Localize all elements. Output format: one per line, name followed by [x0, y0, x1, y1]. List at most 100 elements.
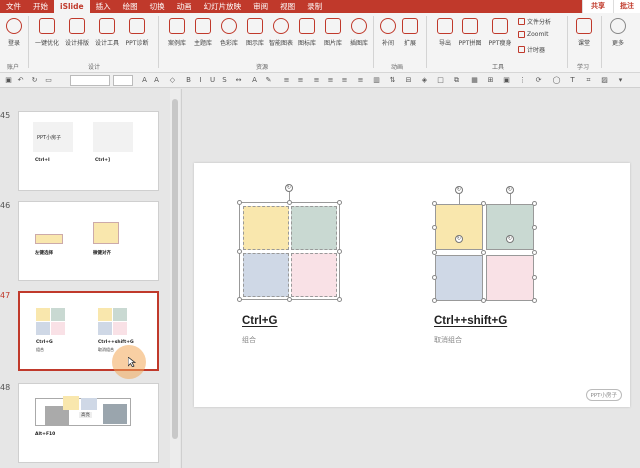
underline-icon[interactable]: U — [208, 76, 217, 85]
diagram-library-button[interactable]: 图示库 — [241, 13, 269, 47]
shape-icon[interactable]: ◯ — [552, 76, 561, 85]
resize-handle[interactable] — [432, 201, 437, 206]
text-direction-icon[interactable]: ⇅ — [388, 76, 397, 85]
classroom-button[interactable]: 课堂 — [570, 13, 598, 47]
rotate-handle-icon[interactable]: ↻ — [506, 186, 514, 194]
align-text-icon[interactable]: ⊟ — [404, 76, 413, 85]
right-shortcut-caption[interactable]: 取消组合 — [434, 335, 462, 345]
distribute-icon[interactable]: ⋮ — [518, 76, 527, 85]
shape-outline-icon[interactable]: □ — [436, 76, 445, 85]
scrollbar-thumb[interactable] — [172, 99, 178, 439]
case-library-button[interactable]: 案例库 — [163, 13, 191, 47]
dropdown-icon[interactable]: ▾ — [616, 76, 625, 85]
resize-handle[interactable] — [432, 225, 437, 230]
font-size-select[interactable] — [113, 75, 133, 86]
align-center-icon[interactable]: ≡ — [326, 76, 335, 85]
menu-tab-slideshow[interactable]: 幻灯片放映 — [198, 0, 248, 13]
share-button[interactable]: 共享 — [582, 0, 613, 13]
image-library-button[interactable]: 图片库 — [319, 13, 347, 47]
decrease-font-icon[interactable]: A — [152, 76, 161, 85]
resize-handle[interactable] — [481, 201, 486, 206]
menu-tab-home[interactable]: 开始 — [27, 0, 54, 13]
smart-chart-button[interactable]: 智能图表 — [267, 13, 295, 47]
left-shortcut-title[interactable]: Ctrl+G — [242, 315, 277, 327]
align-right-icon[interactable]: ≡ — [340, 76, 349, 85]
timer-button[interactable]: 计时器 — [518, 45, 545, 54]
menu-tab-draw[interactable]: 绘图 — [117, 0, 144, 13]
menu-tab-view[interactable]: 视图 — [274, 0, 301, 13]
left-shortcut-caption[interactable]: 组合 — [242, 335, 256, 345]
text-box-icon[interactable]: T — [568, 76, 577, 85]
design-layout-button[interactable]: 设计排版 — [63, 13, 91, 47]
resize-handle[interactable] — [532, 201, 537, 206]
current-slide[interactable]: ↻ Ctrl+G 组合 ↻ ↻ ↻ ↻ Ctrl++shift+G 取消组合 P… — [194, 163, 630, 407]
ppt-slim-button[interactable]: PPT瘦身 — [486, 13, 514, 47]
slide-thumbnail-46[interactable]: 左键选择 微键对齐 — [18, 201, 159, 281]
file-analysis-button[interactable]: 文件分析 — [518, 17, 551, 26]
resize-handle[interactable] — [337, 297, 342, 302]
rotate-handle-icon[interactable]: ↻ — [285, 184, 293, 192]
shape-fill-icon[interactable]: ◈ — [420, 76, 429, 85]
menu-tab-record[interactable]: 录制 — [301, 0, 328, 13]
resize-handle[interactable] — [237, 249, 242, 254]
picture-icon[interactable]: ▨ — [600, 76, 609, 85]
rotate-handle-icon[interactable]: ↻ — [455, 235, 463, 243]
thumbnail-scrollbar[interactable] — [170, 89, 180, 468]
font-select[interactable] — [70, 75, 110, 86]
comment-button[interactable]: 批注 — [613, 0, 640, 13]
resize-handle[interactable] — [432, 275, 437, 280]
quick-styles-icon[interactable]: ▦ — [470, 76, 479, 85]
bold-icon[interactable]: B — [184, 76, 193, 85]
extend-button[interactable]: 扩展 — [396, 13, 424, 47]
resize-handle[interactable] — [432, 298, 437, 303]
one-click-optimize-button[interactable]: 一键优化 — [33, 13, 61, 47]
zoomit-button[interactable]: ZoomIt — [518, 31, 548, 38]
yellow-square[interactable] — [243, 206, 289, 250]
align-left-icon[interactable]: ≡ — [312, 76, 321, 85]
resize-handle[interactable] — [481, 250, 486, 255]
resize-handle[interactable] — [237, 200, 242, 205]
rotate-handle-icon[interactable]: ↻ — [506, 235, 514, 243]
slide-thumbnail-48[interactable]: 高亮 Alt+F10 — [18, 383, 159, 463]
login-button[interactable]: 登录 — [0, 13, 28, 47]
resize-handle[interactable] — [237, 297, 242, 302]
save-icon[interactable]: ▣ — [4, 76, 13, 85]
present-icon[interactable]: ▭ — [44, 76, 53, 85]
resize-handle[interactable] — [337, 249, 342, 254]
rotate-handle-icon[interactable]: ↻ — [455, 186, 463, 194]
columns-icon[interactable]: ▥ — [372, 76, 381, 85]
icon-library-button[interactable]: 图标库 — [293, 13, 321, 47]
menu-tab-transitions[interactable]: 切换 — [144, 0, 171, 13]
pink-square[interactable] — [291, 253, 337, 297]
resize-handle[interactable] — [337, 200, 342, 205]
bullets-icon[interactable]: ≡ — [282, 76, 291, 85]
group-icon[interactable]: ▣ — [502, 76, 511, 85]
right-shortcut-title[interactable]: Ctrl++shift+G — [434, 315, 507, 327]
ppt-diagnosis-button[interactable]: PPT诊断 — [123, 13, 151, 47]
rotate-icon[interactable]: ⟳ — [534, 76, 543, 85]
ppt-puzzle-button[interactable]: PPT拼图 — [456, 13, 484, 47]
design-tools-button[interactable]: 设计工具 — [93, 13, 121, 47]
blue-square[interactable] — [435, 255, 483, 301]
italic-icon[interactable]: I — [196, 76, 205, 85]
green-square[interactable] — [291, 206, 337, 250]
crop-icon[interactable]: ⌗ — [584, 76, 593, 85]
undo-icon[interactable]: ↶ — [16, 76, 25, 85]
resize-handle[interactable] — [287, 200, 292, 205]
yellow-square[interactable] — [435, 204, 483, 250]
color-library-button[interactable]: 色彩库 — [215, 13, 243, 47]
font-color-icon[interactable]: A — [250, 76, 259, 85]
arrange-icon[interactable]: ⧉ — [452, 76, 461, 85]
numbering-icon[interactable]: ≡ — [296, 76, 305, 85]
slide-thumbnail-45[interactable]: PPT小房子 Ctrl+I Ctrl+] — [18, 111, 159, 191]
theme-library-button[interactable]: 主题库 — [189, 13, 217, 47]
strikethrough-icon[interactable]: S — [220, 76, 229, 85]
resize-handle[interactable] — [532, 298, 537, 303]
resize-handle[interactable] — [532, 250, 537, 255]
more-button[interactable]: 更多 — [604, 13, 632, 47]
illustration-library-button[interactable]: 插图库 — [345, 13, 373, 47]
align-icon[interactable]: ⊞ — [486, 76, 495, 85]
menu-tab-animations[interactable]: 动画 — [171, 0, 198, 13]
increase-font-icon[interactable]: A — [140, 76, 149, 85]
menu-tab-review[interactable]: 审阅 — [247, 0, 274, 13]
